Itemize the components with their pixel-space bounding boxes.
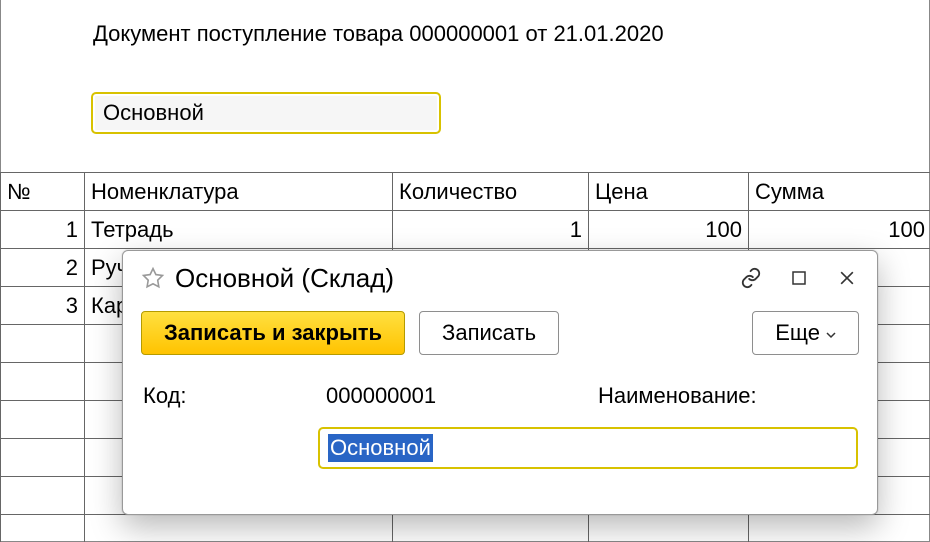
- warehouse-dialog: Основной (Склад): [122, 250, 878, 515]
- code-value: 000000001: [318, 379, 598, 413]
- warehouse-pill-value: Основной: [103, 100, 204, 126]
- more-button[interactable]: Еще: [752, 311, 859, 355]
- cell-sum[interactable]: 100: [749, 211, 930, 249]
- document-title: Документ поступление товара 000000001 от…: [93, 21, 664, 47]
- cell-name[interactable]: Тетрадь: [85, 211, 393, 249]
- star-icon[interactable]: [141, 266, 165, 290]
- more-button-label: Еще: [775, 320, 820, 346]
- dialog-toolbar: Записать и закрыть Записать Еще: [123, 305, 877, 355]
- close-icon[interactable]: [833, 264, 861, 292]
- col-header-price[interactable]: Цена: [589, 173, 749, 211]
- col-header-num[interactable]: №: [1, 173, 85, 211]
- cell-price[interactable]: 100: [589, 211, 749, 249]
- col-header-sum[interactable]: Сумма: [749, 173, 930, 211]
- name-label: Наименование:: [598, 383, 858, 409]
- cell-qty[interactable]: 1: [393, 211, 589, 249]
- warehouse-pill[interactable]: Основной: [91, 92, 441, 134]
- items-table-header: № Номенклатура Количество Цена Сумма: [1, 173, 930, 211]
- save-button[interactable]: Записать: [419, 311, 559, 355]
- table-row[interactable]: 1 Тетрадь 1 100 100: [1, 211, 930, 249]
- code-label: Код:: [143, 383, 318, 409]
- name-input[interactable]: Основной: [318, 427, 858, 469]
- maximize-icon[interactable]: [785, 264, 813, 292]
- name-input-value: Основной: [328, 434, 433, 463]
- cell-num[interactable]: 1: [1, 211, 85, 249]
- dialog-title: Основной (Склад): [175, 263, 737, 294]
- dialog-titlebar[interactable]: Основной (Склад): [123, 251, 877, 305]
- cell-num[interactable]: 2: [1, 249, 85, 287]
- save-close-button[interactable]: Записать и закрыть: [141, 311, 405, 355]
- link-icon[interactable]: [737, 264, 765, 292]
- cell-num[interactable]: 3: [1, 287, 85, 325]
- chevron-down-icon: [826, 330, 836, 340]
- dialog-form: Код: 000000001 Наименование: Основной: [123, 355, 877, 469]
- col-header-name[interactable]: Номенклатура: [85, 173, 393, 211]
- col-header-qty[interactable]: Количество: [393, 173, 589, 211]
